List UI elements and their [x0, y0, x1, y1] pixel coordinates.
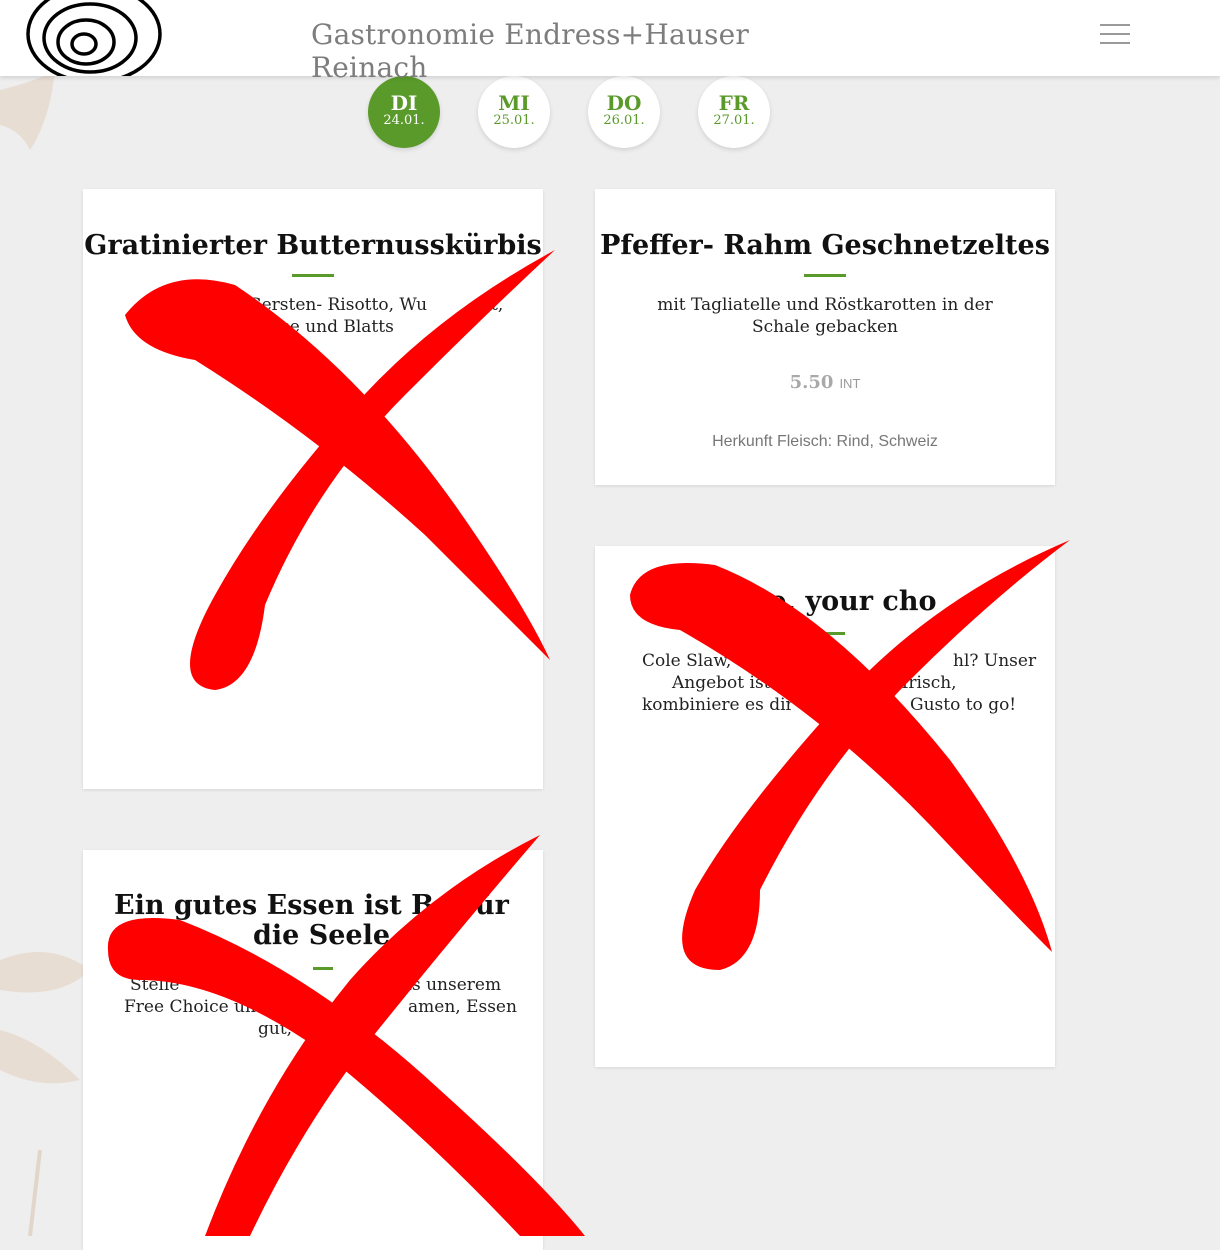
meat-origin: Herkunft Fleisch: Rind, Schweiz — [712, 433, 938, 450]
price-unit: INT — [839, 376, 861, 391]
day-tab-friday[interactable]: FR 27.01. — [698, 76, 770, 148]
menu-title: Pfeffer- Rahm Geschnetzeltes — [600, 230, 1050, 261]
leaf-decoration-bottom-left — [0, 952, 90, 1236]
title-divider — [313, 967, 333, 970]
title-divider — [825, 632, 845, 635]
price-value: 5.50 — [789, 372, 834, 393]
menu-description: mit Tagliatelle und Röstkarotten in der … — [657, 295, 993, 337]
site-title[interactable]: Gastronomie Endress+Hauser Reinach — [311, 18, 871, 84]
day-tab-thursday[interactable]: DO 26.01. — [588, 76, 660, 148]
menu-description: Stelle us unserem Free Choice und amen, … — [124, 975, 517, 1039]
title-divider — [804, 274, 846, 277]
title-divider — [292, 274, 334, 277]
menu-card-butternut[interactable]: Gratinierter Butternusskürbis Gersten- R… — [83, 189, 543, 789]
menu-title: Ein gutes Essen ist Bal ür die Seele — [114, 890, 509, 951]
menu-card-your-choice[interactable]: te, your cho Cole Slaw, hl? Unser Angebo… — [595, 546, 1055, 1067]
menu-description: Gersten- Risotto, Wu t, se und Blatts — [248, 295, 504, 337]
menu-card-geschnetzeltes[interactable]: Pfeffer- Rahm Geschnetzeltes mit Tagliat… — [595, 189, 1055, 485]
leaf-decoration-top-left — [0, 70, 55, 150]
day-tab-wednesday[interactable]: MI 25.01. — [478, 76, 550, 148]
menu-title: Gratinierter Butternusskürbis — [84, 230, 542, 261]
spiral-logo[interactable] — [24, 0, 164, 76]
hamburger-icon — [1100, 24, 1130, 26]
site-header: Gastronomie Endress+Hauser Reinach — [0, 0, 1220, 84]
day-tab-tuesday[interactable]: DI 24.01. — [368, 76, 440, 148]
menu-price: 5.50 INT — [595, 372, 1055, 393]
menu-title: te, your cho — [757, 586, 937, 617]
menu-card-balsam[interactable]: Ein gutes Essen ist Bal ür die Seele Ste… — [83, 850, 543, 1250]
menu-description: Cole Slaw, hl? Unser Angebot ist ktfrisc… — [642, 651, 1037, 715]
hamburger-menu-button[interactable] — [1100, 24, 1130, 46]
